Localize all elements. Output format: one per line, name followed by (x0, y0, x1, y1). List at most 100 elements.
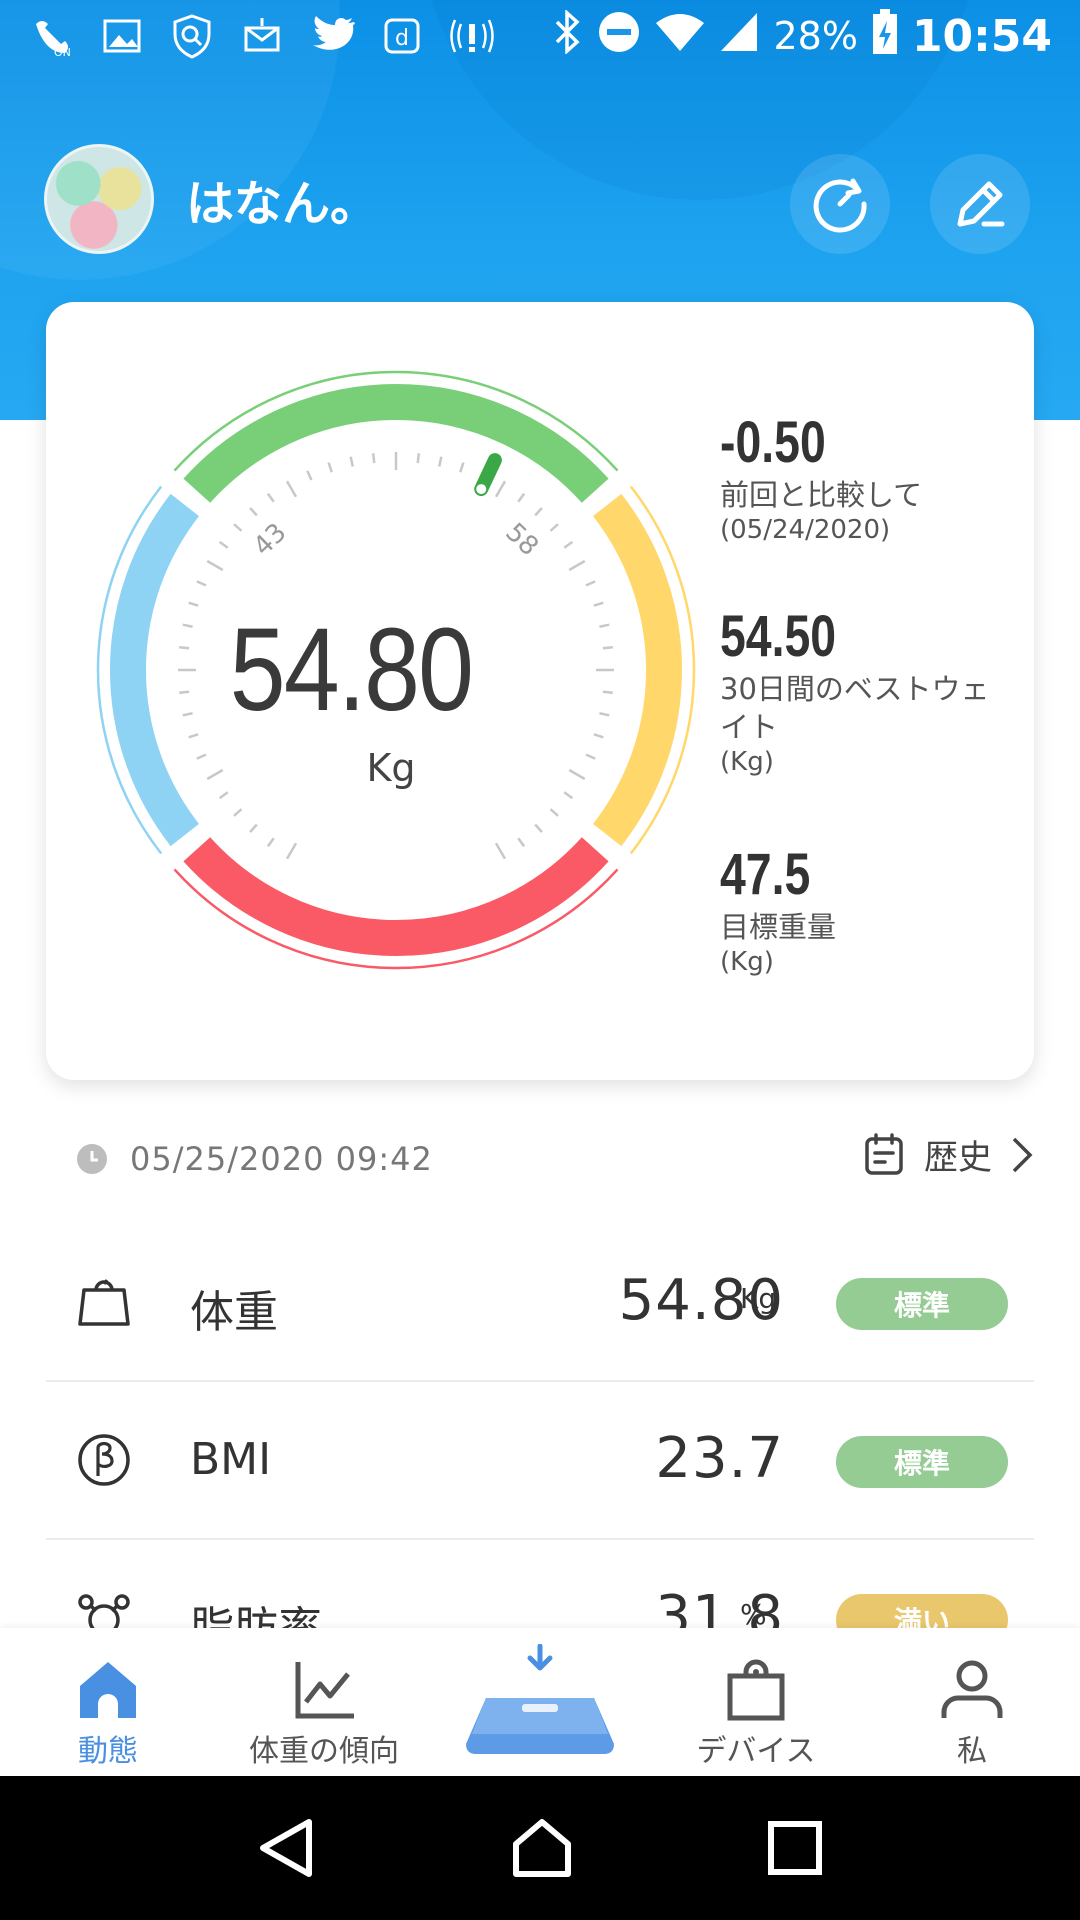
stat-compare-label: 前回と比較して (720, 478, 923, 512)
gauge-tick (438, 456, 443, 467)
metric-label: 体重 (190, 1287, 278, 1338)
gauge-indicator-dot (476, 484, 487, 495)
avatar[interactable] (44, 144, 154, 254)
nav-label: デバイス (696, 1734, 816, 1769)
stat-target-unit: (Kg) (720, 947, 774, 977)
edit-icon (957, 181, 1005, 227)
gauge-tick (206, 559, 224, 572)
gauge-tick (285, 842, 298, 860)
stat-compare-value: -0.50 (720, 410, 826, 475)
signal-icon (719, 11, 759, 62)
gauge-tick (416, 453, 421, 464)
home-icon (80, 1662, 136, 1718)
status-bar: ON d 28% 10:54 (0, 0, 1080, 72)
gauge-tick (563, 540, 574, 549)
edit-button[interactable] (930, 154, 1030, 254)
gauge-tick (459, 462, 465, 473)
stat-compare-date: (05/24/2020) (720, 515, 891, 545)
stat-compare: -0.50 前回と比較して (05/24/2020) (720, 410, 990, 546)
metric-row-weight[interactable]: 体重 54.80 Kg 標準 (46, 1224, 1034, 1382)
stat-best-weight: 54.50 30日間のベストウェイト (Kg) (720, 604, 990, 778)
clock-icon (77, 1144, 107, 1174)
bluetooth-icon (553, 8, 583, 63)
bottom-nav: 動態 体重の傾向 デバイス 私 (0, 1628, 1080, 1776)
nav-tab-me[interactable]: 私 (872, 1658, 1072, 1770)
gauge-label-high: 58 (499, 518, 544, 563)
sync-button[interactable] (790, 154, 890, 254)
gauge-segment-normal (183, 384, 609, 503)
nav-scale-button[interactable] (440, 1644, 640, 1760)
mail-icon (238, 12, 286, 60)
measurement-time: 05/25/2020 09:42 (76, 1140, 433, 1178)
nav-tab-dynamics[interactable]: 動態 (8, 1658, 208, 1770)
shield-icon (168, 12, 216, 60)
stat-target-value: 47.5 (720, 842, 811, 907)
stat-best-unit: (Kg) (720, 747, 774, 777)
gallery-icon (98, 12, 146, 60)
gauge-tick (585, 580, 596, 587)
gauge-tick (327, 462, 333, 473)
gauge-tick (517, 492, 526, 503)
nav-label: 体重の傾向 (249, 1734, 399, 1769)
scale-weight-icon (78, 1279, 130, 1326)
metric-unit: % (740, 1598, 767, 1631)
gauge-tick (517, 837, 526, 848)
metric-row-bmi[interactable]: BMI 23.7 標準 (46, 1382, 1034, 1540)
metric-value: 23.7 (655, 1426, 784, 1491)
gauge-tick (249, 507, 258, 517)
gauge-label-low: 43 (248, 518, 293, 563)
battery-percent: 28% (773, 14, 858, 58)
clock: 10:54 (911, 10, 1052, 62)
nav-label: 動態 (78, 1734, 138, 1769)
metric-unit: Kg (740, 1282, 777, 1315)
back-icon[interactable] (257, 1816, 317, 1880)
nav-tab-devices[interactable]: デバイス (656, 1658, 856, 1770)
username: はなん。 (186, 176, 379, 232)
gauge-tick (371, 453, 376, 464)
gauge-tick (196, 580, 207, 587)
gauge-tick (534, 823, 543, 833)
bmi-icon (78, 1434, 130, 1486)
gauge-tick (218, 540, 229, 549)
status-badge: 標準 (836, 1278, 1008, 1330)
gauge-tick (494, 480, 507, 498)
person-icon (941, 1660, 1003, 1718)
gauge-tick (306, 470, 313, 481)
device-bag-icon (727, 1659, 785, 1721)
gauge-tick (563, 791, 574, 800)
gauge-tick (494, 842, 507, 860)
svg-text:ON: ON (54, 46, 71, 58)
stat-target-label: 目標重量 (720, 910, 837, 944)
measurement-datetime: 05/25/2020 09:42 (130, 1140, 433, 1178)
wifi-icon (655, 11, 705, 62)
gauge-tick (266, 492, 275, 503)
gauge-tick (349, 456, 354, 467)
gauge-tick (549, 808, 559, 817)
weight-summary-card: 43 58 54.80 Kg -0.50 前回と比較して (05/24/2020)… (46, 302, 1034, 1080)
home-button-icon[interactable] (510, 1816, 574, 1880)
metric-label: BMI (190, 1434, 272, 1485)
history-label: 歴史 (924, 1138, 992, 1178)
battery-icon (872, 8, 898, 64)
trend-chart-icon (295, 1662, 354, 1719)
vibrate-icon (448, 12, 496, 60)
gauge-tick (534, 507, 543, 517)
current-weight-unit: Kg (366, 746, 416, 790)
gauge-tick (568, 559, 586, 572)
twitter-icon (308, 12, 356, 60)
sync-icon (813, 178, 867, 233)
history-icon (865, 1132, 903, 1175)
gauge-tick (549, 523, 559, 532)
d-app-icon: d (378, 12, 426, 60)
recents-icon[interactable] (767, 1820, 823, 1876)
current-weight: 54.80 (229, 604, 474, 736)
status-badge: 標準 (836, 1436, 1008, 1488)
stat-best-label: 30日間のベストウェイト (720, 672, 990, 744)
gauge-tick (233, 523, 243, 532)
nav-tab-weight-trend[interactable]: 体重の傾向 (224, 1658, 424, 1770)
gauge-tick (249, 823, 258, 833)
wifi-calling-icon: ON (28, 12, 76, 60)
history-link[interactable]: 歴史 (864, 1130, 1034, 1179)
gauge-tick (266, 837, 275, 848)
gauge-tick (218, 791, 229, 800)
